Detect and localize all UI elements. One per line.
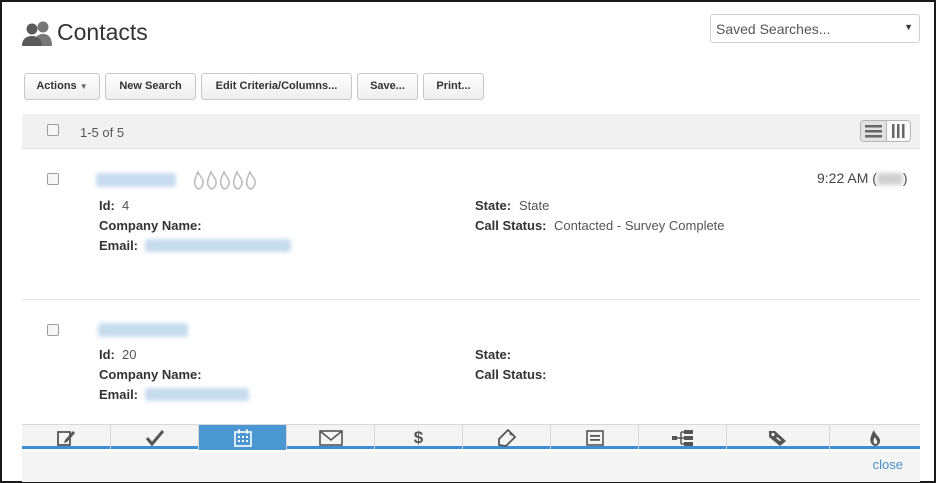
actions-button[interactable]: Actions ▼ xyxy=(24,73,100,100)
actions-button-label: Actions xyxy=(36,80,77,92)
email-icon xyxy=(318,429,343,446)
id-value: 20 xyxy=(122,347,137,362)
list-header: 1-5 of 5 xyxy=(22,114,920,149)
company-name-label: Company Name: xyxy=(99,218,202,233)
email-link[interactable] xyxy=(145,239,291,252)
tab-sequence[interactable] xyxy=(638,425,726,450)
saved-searches-value: Saved Searches... xyxy=(716,21,831,37)
note-icon xyxy=(57,430,75,446)
record-time: 9:22 AM () xyxy=(817,170,908,186)
state-label: State: xyxy=(475,347,512,362)
tab-payment[interactable]: $ xyxy=(374,425,462,450)
tab-lead-score[interactable] xyxy=(829,425,920,450)
call-status-value: Contacted - Survey Complete xyxy=(554,218,725,233)
flame-icon xyxy=(870,429,881,446)
record-checkbox[interactable] xyxy=(47,324,59,336)
tab-form[interactable] xyxy=(550,425,638,450)
tab-tag[interactable] xyxy=(462,425,550,450)
new-search-button[interactable]: New Search xyxy=(105,73,196,100)
contacts-icon xyxy=(22,21,52,46)
select-all-checkbox[interactable] xyxy=(47,124,59,136)
tag-icon xyxy=(497,428,516,447)
id-value: 4 xyxy=(122,198,130,213)
contact-name-link[interactable] xyxy=(96,173,176,187)
contact-record: Id: 20 Company Name: Email: State: Call … xyxy=(22,300,920,424)
tab-product[interactable] xyxy=(726,425,829,450)
form-icon xyxy=(585,429,604,446)
edit-criteria-button[interactable]: Edit Criteria/Columns... xyxy=(201,73,352,100)
contact-name-link[interactable] xyxy=(98,323,188,337)
tab-note[interactable] xyxy=(22,425,110,450)
list-view-icon[interactable] xyxy=(861,121,886,141)
print-button[interactable]: Print... xyxy=(423,73,484,100)
result-count: 1-5 of 5 xyxy=(80,125,125,140)
email-label: Email: xyxy=(99,238,139,253)
action-panel: close xyxy=(22,452,920,482)
flame-score-icon xyxy=(193,170,256,190)
record-time-suffix: ) xyxy=(902,170,908,186)
company-name-label: Company Name: xyxy=(99,367,202,382)
page-title: Contacts xyxy=(57,19,148,45)
action-tab-bar: $ xyxy=(22,424,920,450)
call-status-label: Call Status: xyxy=(475,367,547,382)
dollar-icon: $ xyxy=(413,427,424,447)
contacts-window: Contacts Saved Searches... ▼ Actions ▼ N… xyxy=(0,0,936,483)
calendar-icon xyxy=(233,429,252,447)
email-link[interactable] xyxy=(145,388,249,401)
email-label: Email: xyxy=(99,387,139,402)
tab-task[interactable] xyxy=(110,425,198,450)
view-toggle[interactable] xyxy=(860,120,911,142)
record-time-text: 9:22 AM ( xyxy=(817,170,877,186)
id-label: Id: xyxy=(99,198,115,213)
state-value: State xyxy=(519,198,550,213)
id-label: Id: xyxy=(99,347,115,362)
record-checkbox[interactable] xyxy=(47,173,59,185)
contact-record: 9:22 AM () Id: 4 Company Name: Email: St… xyxy=(22,150,920,300)
caret-down-icon: ▼ xyxy=(79,82,88,91)
state-label: State: xyxy=(475,198,512,213)
check-icon xyxy=(145,429,164,446)
column-view-icon[interactable] xyxy=(886,121,910,141)
tab-email[interactable] xyxy=(286,425,374,450)
sequence-icon xyxy=(671,429,693,446)
close-link[interactable]: close xyxy=(873,457,903,472)
caret-down-icon: ▼ xyxy=(904,22,913,32)
call-status-label: Call Status: xyxy=(475,218,547,233)
time-detail xyxy=(876,173,903,186)
saved-searches-select[interactable]: Saved Searches... ▼ xyxy=(710,14,920,43)
save-button[interactable]: Save... xyxy=(357,73,418,100)
tab-appointment[interactable] xyxy=(198,425,286,450)
price-tag-icon xyxy=(769,430,786,446)
